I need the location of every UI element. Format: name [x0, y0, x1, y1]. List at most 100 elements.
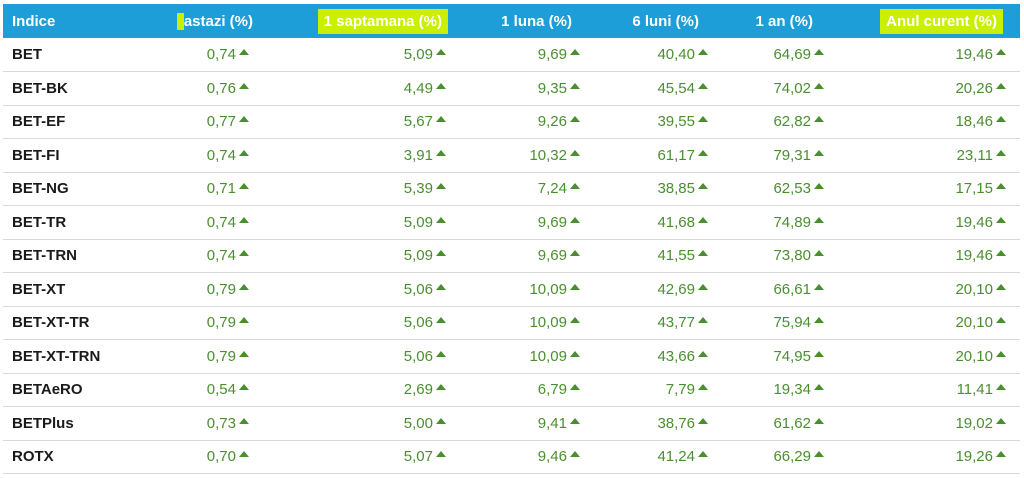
index-name-cell[interactable]: BET-XT-TR	[3, 306, 163, 340]
triangle-up-icon	[814, 250, 824, 257]
percent-value: 62,53	[773, 180, 811, 198]
percent-value: 4,49	[403, 79, 433, 97]
triangle-up-icon	[436, 82, 446, 89]
table-row[interactable]: BET-FI 0,74 3,91 10,32 61,17 79,31 23,11	[3, 139, 1020, 173]
percent-value: 43,77	[657, 314, 695, 332]
cell-sase-luni: 41,24	[594, 440, 722, 474]
index-name-cell[interactable]: ROTX	[3, 440, 163, 474]
table-row[interactable]: BET-XT 0,79 5,06 10,09 42,69 66,61 20,10	[3, 273, 1020, 307]
index-name-cell[interactable]: BET-TR	[3, 206, 163, 240]
triangle-up-icon	[996, 317, 1006, 324]
percent-value: 64,69	[773, 46, 811, 63]
percent-value: 5,67	[403, 113, 433, 131]
triangle-up-icon	[436, 283, 446, 290]
cell-sase-luni: 45,54	[594, 72, 722, 106]
highlight-mark: ​	[176, 12, 184, 30]
cell-an: 73,80	[722, 239, 838, 273]
percent-value: 9,69	[537, 213, 567, 231]
cell-an: 74,95	[722, 340, 838, 374]
header-anul-curent[interactable]: Anul curent (%)	[838, 4, 1020, 38]
triangle-up-icon	[996, 149, 1006, 156]
cell-saptamana: 5,67	[263, 105, 460, 139]
cell-saptamana: 5,07	[263, 440, 460, 474]
cell-astazi: 0,79	[163, 273, 263, 307]
percent-value: 45,54	[657, 79, 695, 97]
cell-luna: 7,24	[460, 172, 594, 206]
triangle-up-icon	[814, 149, 824, 156]
table-row[interactable]: BETAeRO 0,54 2,69 6,79 7,79 19,34 11,41	[3, 373, 1020, 407]
percent-value: 41,55	[657, 247, 695, 265]
table-row[interactable]: BET-XT-TR 0,79 5,06 10,09 43,77 75,94 20,10	[3, 306, 1020, 340]
cell-luna: 9,41	[460, 407, 594, 441]
table-row[interactable]: BET-NG 0,71 5,39 7,24 38,85 62,53 17,15	[3, 172, 1020, 206]
table-row[interactable]: BET-TR 0,74 5,09 9,69 41,68 74,89 19,46	[3, 206, 1020, 240]
cell-anul-curent: 19,02	[838, 407, 1020, 441]
index-name-cell[interactable]: BET-XT-TRN	[3, 340, 163, 374]
index-name-cell[interactable]: BET-NG	[3, 172, 163, 206]
cell-astazi: 0,77	[163, 105, 263, 139]
triangle-up-icon	[996, 49, 1006, 55]
cell-an: 66,29	[722, 440, 838, 474]
cell-anul-curent: 20,10	[838, 340, 1020, 374]
triangle-up-icon	[698, 283, 708, 290]
triangle-up-icon	[239, 183, 249, 190]
index-name-cell[interactable]: BET-EF	[3, 105, 163, 139]
triangle-up-icon	[436, 116, 446, 123]
indices-table-container: Indice ​astazi (%) 1 saptamana (%) 1 lun…	[3, 4, 1020, 474]
highlighted-header-label: 1 saptamana (%)	[317, 8, 448, 34]
header-6-luni[interactable]: 6 luni (%)	[594, 4, 722, 38]
index-name-cell[interactable]: BET	[3, 38, 163, 72]
header-1-luna[interactable]: 1 luna (%)	[460, 4, 594, 38]
triangle-up-icon	[436, 317, 446, 324]
cell-anul-curent: 17,15	[838, 172, 1020, 206]
triangle-up-icon	[436, 216, 446, 223]
triangle-up-icon	[814, 384, 824, 391]
header-1-an[interactable]: 1 an (%)	[722, 4, 838, 38]
table-row[interactable]: BETPlus 0,73 5,00 9,41 38,76 61,62 19,02	[3, 407, 1020, 441]
percent-value: 5,39	[403, 180, 433, 198]
triangle-up-icon	[570, 250, 580, 257]
triangle-up-icon	[698, 49, 708, 55]
cell-sase-luni: 61,17	[594, 139, 722, 173]
index-name-cell[interactable]: BET-TRN	[3, 239, 163, 273]
percent-value: 75,94	[773, 314, 811, 332]
percent-value: 62,82	[773, 113, 811, 131]
triangle-up-icon	[996, 250, 1006, 257]
percent-value: 5,06	[403, 347, 433, 365]
cell-astazi: 0,74	[163, 38, 263, 72]
header-astazi[interactable]: ​astazi (%)	[163, 4, 263, 38]
table-row[interactable]: BET-XT-TRN 0,79 5,06 10,09 43,66 74,95 20,10	[3, 340, 1020, 374]
cell-luna: 9,46	[460, 440, 594, 474]
header-1-saptamana[interactable]: 1 saptamana (%)	[263, 4, 460, 38]
header-indice[interactable]: Indice	[3, 4, 163, 38]
table-row[interactable]: BET-TRN 0,74 5,09 9,69 41,55 73,80 19,46	[3, 239, 1020, 273]
table-row[interactable]: BET 0,74 5,09 9,69 40,40 64,69 19,46	[3, 38, 1020, 72]
cell-an: 62,53	[722, 172, 838, 206]
cell-astazi: 0,54	[163, 373, 263, 407]
index-name-cell[interactable]: BET-FI	[3, 139, 163, 173]
percent-value: 9,41	[537, 414, 567, 432]
triangle-up-icon	[239, 216, 249, 223]
cell-luna: 10,09	[460, 340, 594, 374]
triangle-up-icon	[570, 149, 580, 156]
triangle-up-icon	[239, 384, 249, 391]
cell-saptamana: 2,69	[263, 373, 460, 407]
triangle-up-icon	[239, 82, 249, 89]
index-name-cell[interactable]: BETAeRO	[3, 373, 163, 407]
table-row[interactable]: BET-EF 0,77 5,67 9,26 39,55 62,82 18,46	[3, 105, 1020, 139]
cell-sase-luni: 40,40	[594, 38, 722, 72]
triangle-up-icon	[570, 350, 580, 357]
index-name-cell[interactable]: BETPlus	[3, 407, 163, 441]
index-name-cell[interactable]: BET-XT	[3, 273, 163, 307]
highlighted-header-label: Anul curent (%)	[880, 8, 1003, 34]
triangle-up-icon	[814, 317, 824, 324]
table-row[interactable]: BET-BK 0,76 4,49 9,35 45,54 74,02 20,26	[3, 72, 1020, 106]
cell-anul-curent: 11,41	[838, 373, 1020, 407]
cell-luna: 6,79	[460, 373, 594, 407]
cell-anul-curent: 19,26	[838, 440, 1020, 474]
index-name-cell[interactable]: BET-BK	[3, 72, 163, 106]
percent-value: 10,09	[529, 314, 567, 332]
triangle-up-icon	[996, 451, 1006, 458]
cell-an: 74,89	[722, 206, 838, 240]
table-row[interactable]: ROTX 0,70 5,07 9,46 41,24 66,29 19,26	[3, 440, 1020, 474]
